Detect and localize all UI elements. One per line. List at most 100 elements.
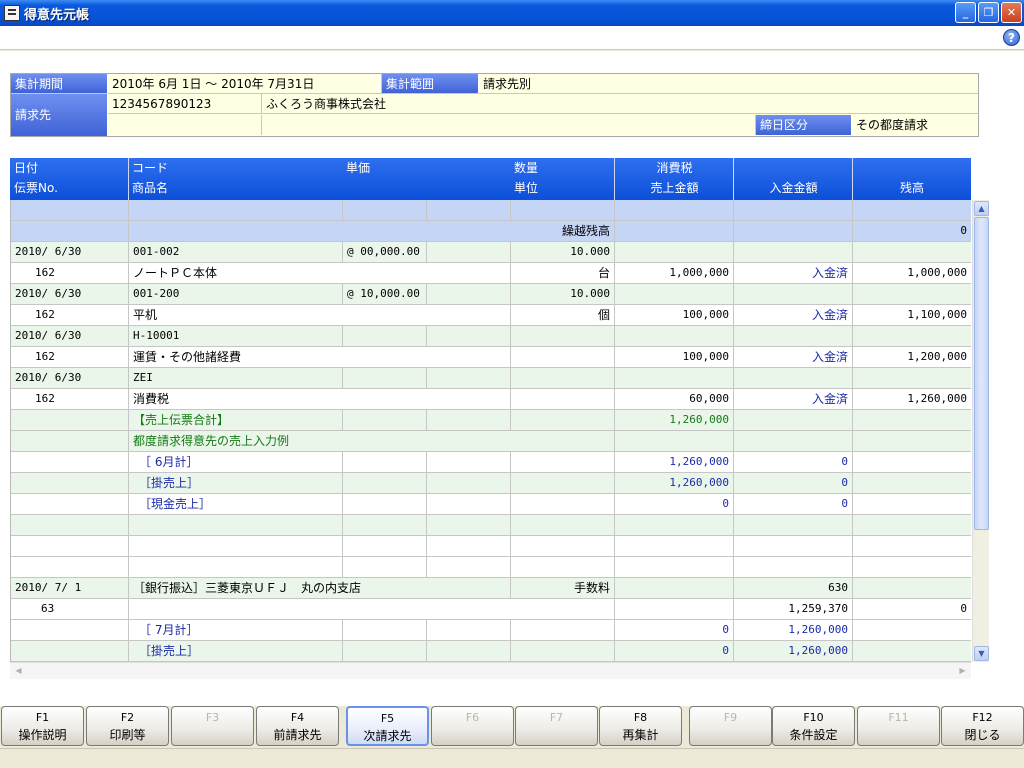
cell-c — [343, 410, 427, 430]
cell-a — [11, 515, 129, 535]
fkey-f11-button: F11 — [857, 706, 940, 746]
table-row[interactable]: ［ 7月計］ 0 1,260,000 — [11, 620, 971, 641]
sum-deposit: 0 — [734, 452, 853, 472]
sales-value: 100,000 — [615, 347, 734, 367]
table-row[interactable]: 2010/ 6/30 001-002 @ 00,000.00 10.000 — [11, 242, 971, 263]
fkey-caption: 前請求先 — [273, 728, 322, 742]
balance-value: 1,100,000 — [853, 305, 971, 325]
cell-h — [853, 242, 971, 262]
cell-c — [343, 557, 427, 577]
fkey-f1-button[interactable]: F1 操作説明 — [1, 706, 84, 746]
scroll-left-icon[interactable]: ◀ — [11, 664, 26, 678]
cell-d — [427, 368, 511, 388]
table-row[interactable]: 162 平机個 100,000 入金済 1,100,000 — [11, 305, 971, 326]
unit-price-value: @ 10,000.00 — [343, 284, 427, 304]
slip-value: 162 — [11, 389, 129, 409]
period-label: 集計期間 — [11, 74, 108, 94]
table-row[interactable] — [11, 515, 971, 536]
cell-h — [853, 326, 971, 346]
sum-deposit: 1,260,000 — [734, 620, 853, 640]
date-value: 2010/ 6/30 — [11, 284, 129, 304]
cell-h — [853, 200, 971, 220]
status-bar — [0, 748, 1024, 768]
fkey-f10-button[interactable]: F10 条件設定 — [772, 706, 855, 746]
table-row[interactable]: ［ 6月計］ 1,260,000 0 — [11, 452, 971, 473]
product-name: 消費税 — [129, 389, 511, 409]
cell-a — [11, 620, 129, 640]
table-row[interactable]: 都度請求得意先の売上入力例 — [11, 431, 971, 452]
table-row[interactable]: 【売上伝票合計】 1,260,000 — [11, 410, 971, 431]
scope-value: 請求先別 — [479, 74, 978, 94]
restore-icon[interactable]: ❐ — [978, 2, 999, 23]
table-row[interactable]: 162 消費税 60,000 入金済 1,260,000 — [11, 389, 971, 410]
cell-d — [427, 200, 511, 220]
vertical-scrollbar[interactable]: ▲ ▼ — [972, 200, 989, 662]
fkey-f5-button[interactable]: F5 次請求先 — [346, 706, 429, 746]
cell-e — [511, 200, 615, 220]
slip-value: 162 — [11, 347, 129, 367]
unit-price-value — [343, 326, 427, 346]
table-row[interactable]: 2010/ 6/30 ZEI — [11, 368, 971, 389]
sum-label: ［ 7月計］ — [129, 620, 343, 640]
horizontal-scrollbar[interactable]: ◀ ▶ — [10, 662, 971, 679]
sales-value: 1,000,000 — [615, 263, 734, 283]
cell-h — [853, 284, 971, 304]
deposit-status: 入金済 — [734, 263, 853, 283]
scroll-right-icon[interactable]: ▶ — [955, 664, 970, 678]
fkey-f4-button[interactable]: F4 前請求先 — [256, 706, 339, 746]
cell-f — [615, 221, 734, 241]
cell-h — [853, 473, 971, 493]
cell-h — [853, 641, 971, 661]
cell-a — [11, 557, 129, 577]
title-bar: 得意先元帳 _ ❐ ✕ — [0, 0, 1024, 26]
fkey-f2-button[interactable]: F2 印刷等 — [86, 706, 169, 746]
cell-e — [511, 452, 615, 472]
sum-deposit: 1,260,000 — [734, 641, 853, 661]
qty-value: 10.000 — [511, 284, 615, 304]
table-row[interactable]: ［掛売上］ 0 1,260,000 — [11, 641, 971, 662]
scroll-down-icon[interactable]: ▼ — [974, 646, 989, 661]
fkey-caption: 操作説明 — [18, 728, 67, 742]
table-row[interactable]: 繰越残高 0 — [11, 221, 971, 242]
fkey-key-label: F11 — [888, 711, 909, 724]
window-controls: _ ❐ ✕ — [955, 2, 1022, 23]
sum-deposit: 0 — [734, 494, 853, 514]
fee-label: 手数料 — [511, 578, 615, 598]
unit-value: 個 — [511, 305, 615, 325]
table-row[interactable]: 63 1,259,370 0 — [11, 599, 971, 620]
col-date: 日付 — [14, 161, 39, 175]
cell-g — [734, 515, 853, 535]
fkey-key-label: F6 — [465, 711, 480, 724]
table-row[interactable]: 2010/ 6/30 001-200 @ 10,000.00 10.000 — [11, 284, 971, 305]
help-icon[interactable]: ? — [1003, 29, 1020, 46]
cell-g — [734, 368, 853, 388]
cell-d — [427, 284, 511, 304]
scroll-thumb[interactable] — [974, 217, 989, 530]
cell-f — [615, 431, 734, 451]
ledger-grid[interactable]: 繰越残高 0 2010/ 6/30 001-002 @ 00,000.00 10.000 1… — [10, 200, 971, 662]
fkey-key-label: F4 — [290, 711, 305, 724]
scroll-up-icon[interactable]: ▲ — [974, 201, 989, 216]
table-row[interactable]: 2010/ 6/30 H-10001 — [11, 326, 971, 347]
close-icon[interactable]: ✕ — [1001, 2, 1022, 23]
cell-d — [427, 620, 511, 640]
table-row[interactable] — [11, 557, 971, 578]
fkey-caption: 閉じる — [964, 728, 1001, 742]
col-sales: 売上金額 — [650, 181, 699, 195]
table-row[interactable]: 162 ノートＰＣ本体台 1,000,000 入金済 1,000,000 — [11, 263, 971, 284]
deposit-status: 入金済 — [734, 305, 853, 325]
minimize-icon[interactable]: _ — [955, 2, 976, 23]
fkey-f8-button[interactable]: F8 再集計 — [599, 706, 682, 746]
table-row[interactable]: ［現金売上］ 0 0 — [11, 494, 971, 515]
fkey-f12-button[interactable]: F12 閉じる — [941, 706, 1024, 746]
qty-value: 10.000 — [511, 242, 615, 262]
table-row[interactable]: 2010/ 7/ 1 ［銀行振込］三菱東京ＵＦＪ 丸の内支店 手数料 630 — [11, 578, 971, 599]
table-row[interactable]: ［掛売上］ 1,260,000 0 — [11, 473, 971, 494]
cell-a — [11, 494, 129, 514]
date-value: 2010/ 6/30 — [11, 326, 129, 346]
col-product: 商品名 — [132, 181, 169, 195]
table-row[interactable] — [11, 200, 971, 221]
table-row[interactable] — [11, 536, 971, 557]
table-row[interactable]: 162 運賃・その他諸経費 100,000 入金済 1,200,000 — [11, 347, 971, 368]
sum-deposit: 0 — [734, 473, 853, 493]
